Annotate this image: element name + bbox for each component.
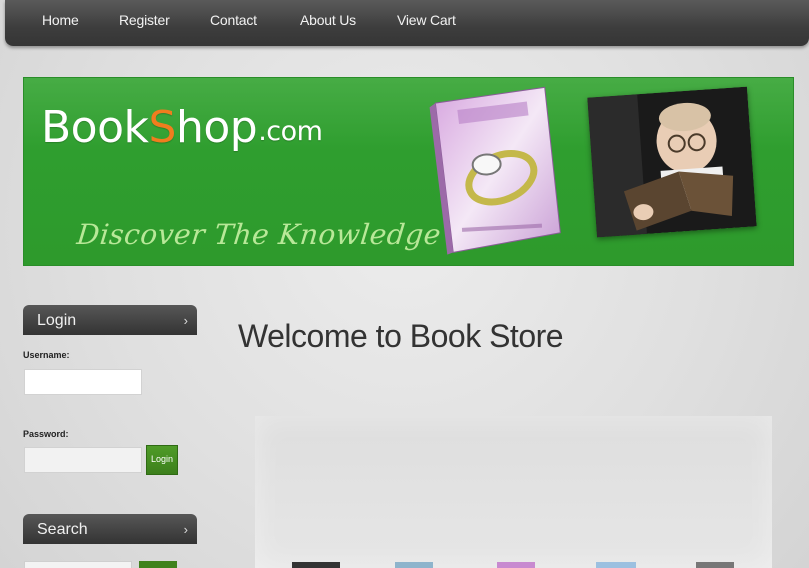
nav-view-cart-link[interactable]: View Cart bbox=[397, 12, 456, 28]
book-thumbnail[interactable] bbox=[696, 562, 734, 568]
search-button[interactable] bbox=[139, 561, 177, 568]
nav-about-us-link[interactable]: About Us bbox=[300, 12, 356, 28]
top-navbar: Home Register Contact About Us View Cart bbox=[5, 0, 809, 46]
logo-text-s: S bbox=[148, 102, 177, 153]
book-illustration bbox=[429, 86, 561, 255]
logo-text-book: Book bbox=[41, 102, 149, 153]
search-box-header: Search › bbox=[23, 514, 197, 544]
site-logo[interactable]: BookShop.com bbox=[41, 102, 323, 153]
username-label: Username: bbox=[23, 350, 70, 360]
login-button[interactable]: Login bbox=[146, 445, 178, 475]
username-input[interactable] bbox=[24, 369, 142, 395]
search-input[interactable] bbox=[24, 561, 132, 568]
nav-register-link[interactable]: Register bbox=[119, 12, 170, 28]
baby-reading-photo bbox=[587, 86, 757, 238]
password-input[interactable] bbox=[24, 447, 142, 473]
book-thumbnail[interactable] bbox=[395, 562, 433, 568]
site-banner: BookShop.com Discover The Knowledge bbox=[23, 77, 794, 266]
search-header-label: Search bbox=[37, 521, 88, 538]
book-thumbnail[interactable] bbox=[596, 562, 636, 568]
login-header-label: Login bbox=[37, 312, 77, 329]
banner-tagline: Discover The Knowledge bbox=[75, 218, 443, 251]
nav-home-link[interactable]: Home bbox=[42, 12, 79, 28]
login-box-header: Login › bbox=[23, 305, 197, 335]
book-thumbnail[interactable] bbox=[292, 562, 340, 568]
featured-books-panel bbox=[255, 416, 772, 568]
page-title: Welcome to Book Store bbox=[238, 318, 564, 354]
nav-contact-link[interactable]: Contact bbox=[210, 12, 257, 28]
chevron-right-icon: › bbox=[183, 313, 188, 328]
logo-text-domain: .com bbox=[258, 116, 323, 147]
logo-text-hop: hop bbox=[175, 102, 258, 153]
password-label: Password: bbox=[23, 429, 69, 439]
book-thumbnail[interactable] bbox=[497, 562, 535, 568]
chevron-right-icon: › bbox=[183, 522, 188, 537]
